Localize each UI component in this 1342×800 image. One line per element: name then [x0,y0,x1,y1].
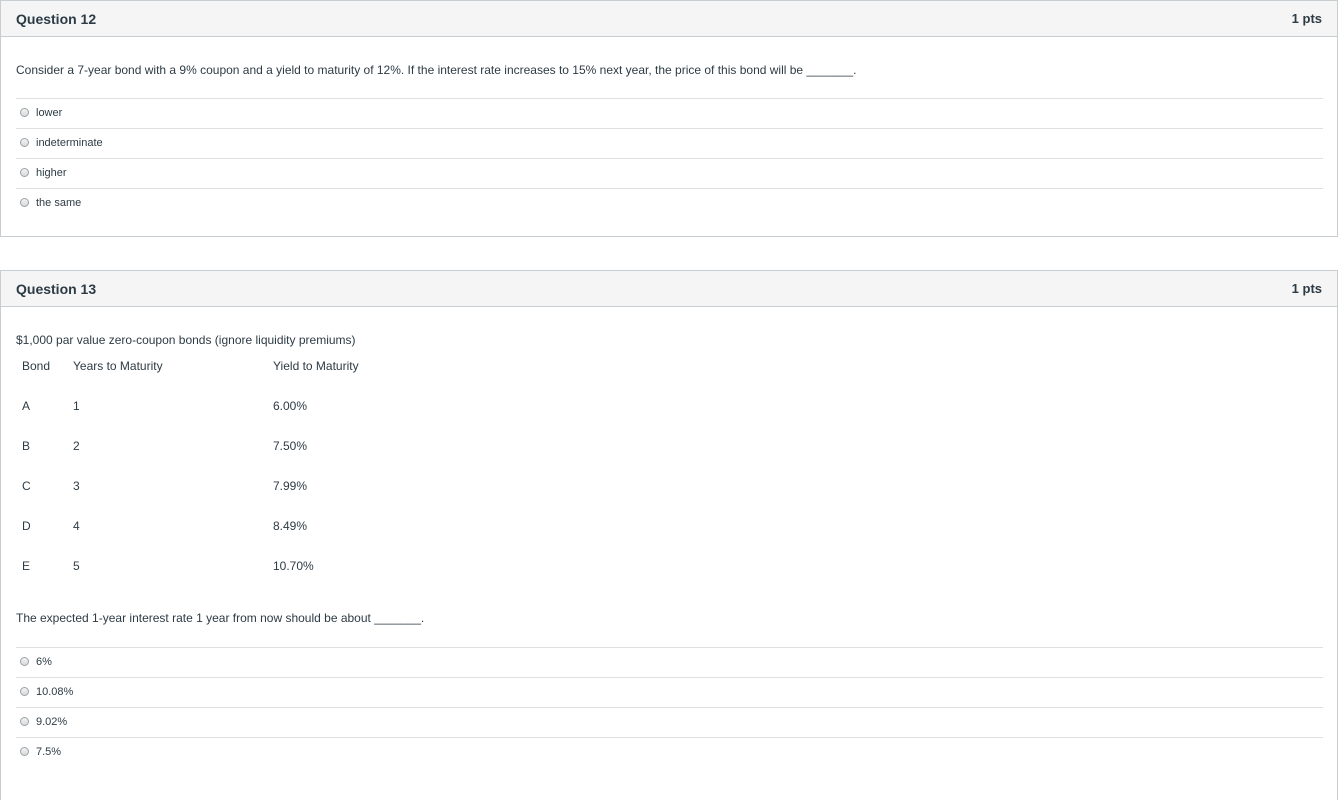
radio-button[interactable] [20,747,29,756]
question-intro: $1,000 par value zero-coupon bonds (igno… [16,333,356,347]
radio-button[interactable] [20,657,29,666]
answer-option[interactable]: 7.5% [16,737,1323,767]
answer-option[interactable]: lower [16,98,1323,128]
answer-option[interactable]: the same [16,188,1323,218]
answer-option[interactable]: 9.02% [16,707,1323,737]
answer-option[interactable]: 6% [16,647,1323,677]
radio-button[interactable] [20,168,29,177]
answer-option[interactable]: 10.08% [16,677,1323,707]
answer-label[interactable]: 10.08% [36,686,73,698]
table-row: A 1 6.00% [16,399,473,439]
radio-button[interactable] [20,108,29,117]
table-row: B 2 7.50% [16,439,473,479]
question-13-card: Question 13 1 pts $1,000 par value zero-… [0,270,1338,800]
question-prompt: The expected 1-year interest rate 1 year… [16,611,425,625]
column-header: Bond [22,359,51,373]
table-cell: 4 [73,519,80,533]
question-12-card: Question 12 1 pts Consider a 7-year bond… [0,0,1338,237]
table-cell: 7.50% [273,439,308,453]
table-row: D 4 8.49% [16,519,473,559]
table-cell: 2 [73,439,80,453]
radio-button[interactable] [20,198,29,207]
table-cell: 8.49% [273,519,308,533]
column-header: Years to Maturity [73,359,163,373]
question-points: 1 pts [1291,11,1322,26]
table-cell: C [22,479,31,493]
answer-list: lower indeterminate higher the same [16,98,1323,218]
question-title: Question 12 [16,11,97,27]
answer-option[interactable]: indeterminate [16,128,1323,158]
answer-label[interactable]: higher [36,167,67,179]
table-cell: 3 [73,479,80,493]
bond-table: Bond Years to Maturity Yield to Maturity… [16,359,473,599]
radio-button[interactable] [20,138,29,147]
table-cell: 6.00% [273,399,308,413]
question-header: Question 13 1 pts [1,271,1337,307]
question-prompt: Consider a 7-year bond with a 9% coupon … [16,63,857,77]
answer-label[interactable]: 6% [36,656,52,668]
question-points: 1 pts [1291,281,1322,296]
table-cell: B [22,439,31,453]
radio-button[interactable] [20,687,29,696]
table-cell: 10.70% [273,559,314,573]
answer-label[interactable]: 7.5% [36,746,61,758]
answer-label[interactable]: indeterminate [36,137,103,149]
table-cell: E [22,559,31,573]
answer-list: 6% 10.08% 9.02% 7.5% [16,647,1323,767]
answer-label[interactable]: the same [36,197,81,209]
column-header: Yield to Maturity [273,359,359,373]
table-cell: D [22,519,31,533]
radio-button[interactable] [20,717,29,726]
table-cell: 5 [73,559,80,573]
table-header-row: Bond Years to Maturity Yield to Maturity [16,359,473,399]
answer-label[interactable]: 9.02% [36,716,67,728]
question-header: Question 12 1 pts [1,1,1337,37]
table-cell: 7.99% [273,479,308,493]
table-row: C 3 7.99% [16,479,473,519]
table-cell: A [22,399,31,413]
table-row: E 5 10.70% [16,559,473,599]
table-cell: 1 [73,399,80,413]
question-title: Question 13 [16,281,97,297]
answer-option[interactable]: higher [16,158,1323,188]
answer-label[interactable]: lower [36,107,62,119]
